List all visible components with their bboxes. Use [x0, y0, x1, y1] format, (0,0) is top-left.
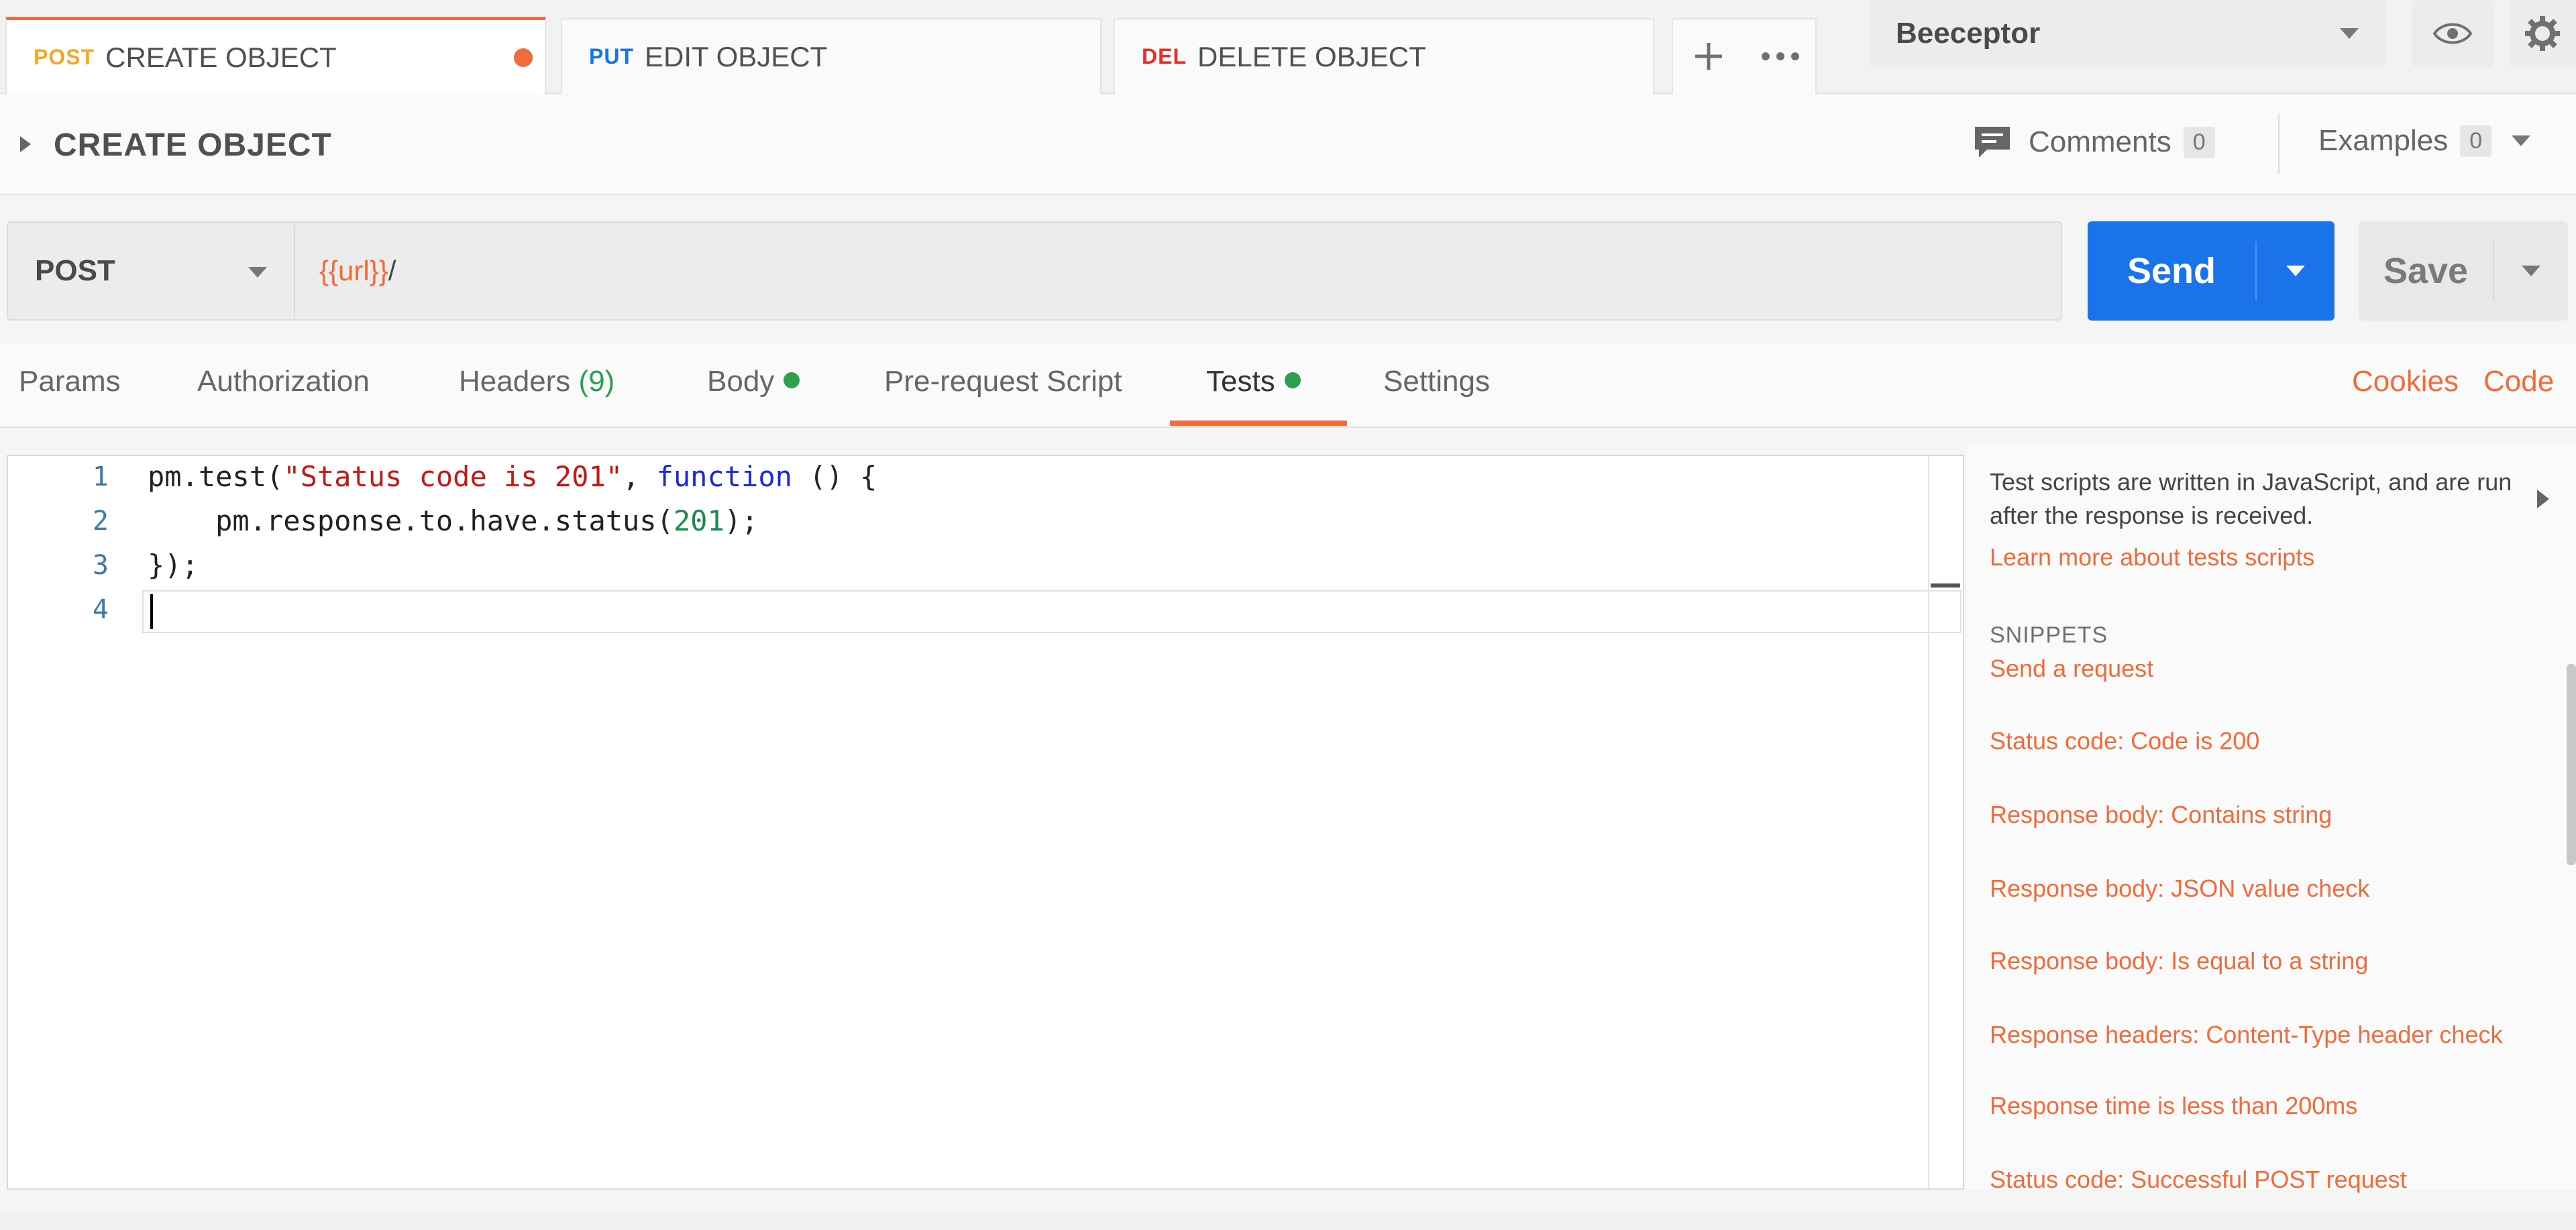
snippets-heading: SNIPPETS — [1990, 622, 2108, 648]
sidebar-description: Test scripts are written in JavaScript, … — [1990, 468, 2512, 530]
ellipsis-icon[interactable] — [1746, 20, 1815, 93]
code-line-2: pm.response.to.have.status(201); — [148, 504, 758, 537]
code-line-1: pm.test("Status code is 201", function (… — [148, 460, 877, 493]
method-select[interactable]: POST — [7, 221, 294, 321]
comments-count: 0 — [2183, 126, 2215, 158]
examples-label: Examples — [2318, 124, 2449, 157]
current-line-highlight — [142, 590, 1962, 633]
cookies-link[interactable]: Cookies — [2352, 365, 2459, 398]
tab-headers[interactable]: Headers (9) — [459, 365, 614, 398]
snippet-item[interactable]: Send a request — [1990, 655, 2153, 683]
text-cursor — [150, 594, 153, 629]
active-tab-indicator — [1170, 421, 1347, 426]
code-token: pm.response.to.have.status( — [148, 504, 674, 537]
unsaved-indicator — [514, 48, 533, 67]
tab-pre-request-script[interactable]: Pre-request Script — [884, 365, 1122, 398]
environment-name: Beeceptor — [1896, 17, 2041, 50]
tab-tests[interactable]: Tests — [1206, 365, 1301, 398]
sidebar-scrollbar[interactable] — [2567, 664, 2576, 865]
editor-scrollbar[interactable] — [1928, 456, 1963, 1188]
caret-right-icon[interactable] — [20, 136, 31, 152]
test-script-editor[interactable]: 1 2 3 4 pm.test("Status code is 201", fu… — [7, 455, 1964, 1190]
learn-more-link[interactable]: Learn more about tests scripts — [1990, 543, 2314, 571]
tab-body[interactable]: Body — [707, 365, 800, 398]
snippets-sidebar: Test scripts are written in JavaScript, … — [1967, 443, 2576, 1193]
tab-label: EDIT OBJECT — [645, 40, 828, 72]
chevron-down-icon — [248, 267, 267, 278]
environment-select[interactable]: Beeceptor — [1869, 0, 2385, 67]
snippet-item[interactable]: Status code: Successful POST request — [1990, 1166, 2407, 1194]
line-number: 2 — [92, 506, 109, 537]
status-dot — [1284, 372, 1301, 389]
snippet-item[interactable]: Response time is less than 200ms — [1990, 1092, 2357, 1120]
line-number: 4 — [92, 594, 109, 625]
request-title[interactable]: CREATE OBJECT — [54, 127, 332, 164]
tab-settings[interactable]: Settings — [1383, 365, 1490, 398]
send-options-button[interactable] — [2257, 221, 2334, 321]
status-dot — [784, 372, 800, 389]
send-button[interactable]: Send — [2088, 221, 2255, 321]
examples-count: 0 — [2460, 125, 2492, 157]
line-number: 1 — [92, 461, 109, 492]
tab-method: PUT — [589, 44, 634, 68]
status-bar — [0, 1213, 2576, 1230]
url-suffix: / — [388, 255, 396, 286]
method-value: POST — [35, 254, 115, 287]
comment-icon — [1975, 127, 2010, 158]
scroll-marker — [1931, 583, 1960, 588]
chevron-down-icon — [2522, 266, 2540, 276]
collapse-sidebar-icon[interactable] — [2537, 490, 2549, 508]
code-keyword: function — [656, 460, 792, 493]
code-token: ); — [724, 504, 759, 537]
tab-authorization[interactable]: Authorization — [197, 365, 370, 398]
code-link[interactable]: Code — [2483, 365, 2554, 398]
headers-count: (9) — [578, 365, 615, 398]
code-token: , — [623, 460, 657, 493]
snippet-item[interactable]: Response body: Contains string — [1990, 801, 2332, 829]
tab-method: DEL — [1142, 44, 1187, 68]
comments-label: Comments — [2029, 125, 2171, 158]
tab-label: CREATE OBJECT — [105, 41, 337, 73]
request-title-row: CREATE OBJECT Comments 0 Examples 0 — [0, 95, 2576, 195]
snippet-item[interactable]: Status code: Code is 200 — [1990, 727, 2259, 755]
gear-icon[interactable] — [2509, 0, 2576, 67]
tab-delete-object[interactable]: DEL DELETE OBJECT — [1114, 18, 1654, 94]
comments-button[interactable]: Comments 0 — [1972, 124, 2215, 160]
tab-method: POST — [34, 45, 95, 69]
code-token: pm.test( — [148, 460, 284, 493]
code-number: 201 — [673, 504, 724, 537]
request-tabs: Params Authorization Headers (9) Body Pr… — [0, 345, 2576, 428]
snippet-item[interactable]: Response headers: Content-Type header ch… — [1990, 1021, 2502, 1049]
send-button-group: Send — [2088, 221, 2334, 321]
chevron-down-icon — [2512, 135, 2531, 146]
url-variable: {{url}} — [319, 255, 388, 286]
plus-icon[interactable] — [1673, 20, 1744, 93]
code-line-3: }); — [148, 549, 199, 581]
tab-label: DELETE OBJECT — [1197, 40, 1426, 72]
save-button-group: Save — [2359, 221, 2568, 321]
chevron-down-icon — [2340, 28, 2359, 39]
line-number: 3 — [92, 550, 109, 581]
save-button[interactable]: Save — [2359, 221, 2493, 321]
snippet-item[interactable]: Response body: Is equal to a string — [1990, 947, 2368, 975]
tab-edit-object[interactable]: PUT EDIT OBJECT — [561, 18, 1102, 94]
url-input[interactable]: {{url}} / — [294, 221, 2062, 321]
examples-dropdown[interactable]: Examples 0 — [2318, 124, 2531, 158]
tab-tests-label: Tests — [1206, 365, 1275, 398]
chevron-down-icon — [2286, 266, 2305, 276]
code-token: () { — [792, 460, 877, 493]
tab-headers-label: Headers — [459, 365, 571, 398]
divider — [2278, 113, 2279, 174]
tab-params[interactable]: Params — [19, 365, 121, 398]
tab-body-label: Body — [707, 365, 775, 398]
save-options-button[interactable] — [2494, 221, 2568, 321]
tab-create-object[interactable]: POST CREATE OBJECT — [5, 17, 546, 95]
code-string: "Status code is 201" — [283, 460, 623, 493]
snippet-item[interactable]: Response body: JSON value check — [1990, 875, 2369, 903]
eye-icon[interactable] — [2412, 0, 2493, 67]
